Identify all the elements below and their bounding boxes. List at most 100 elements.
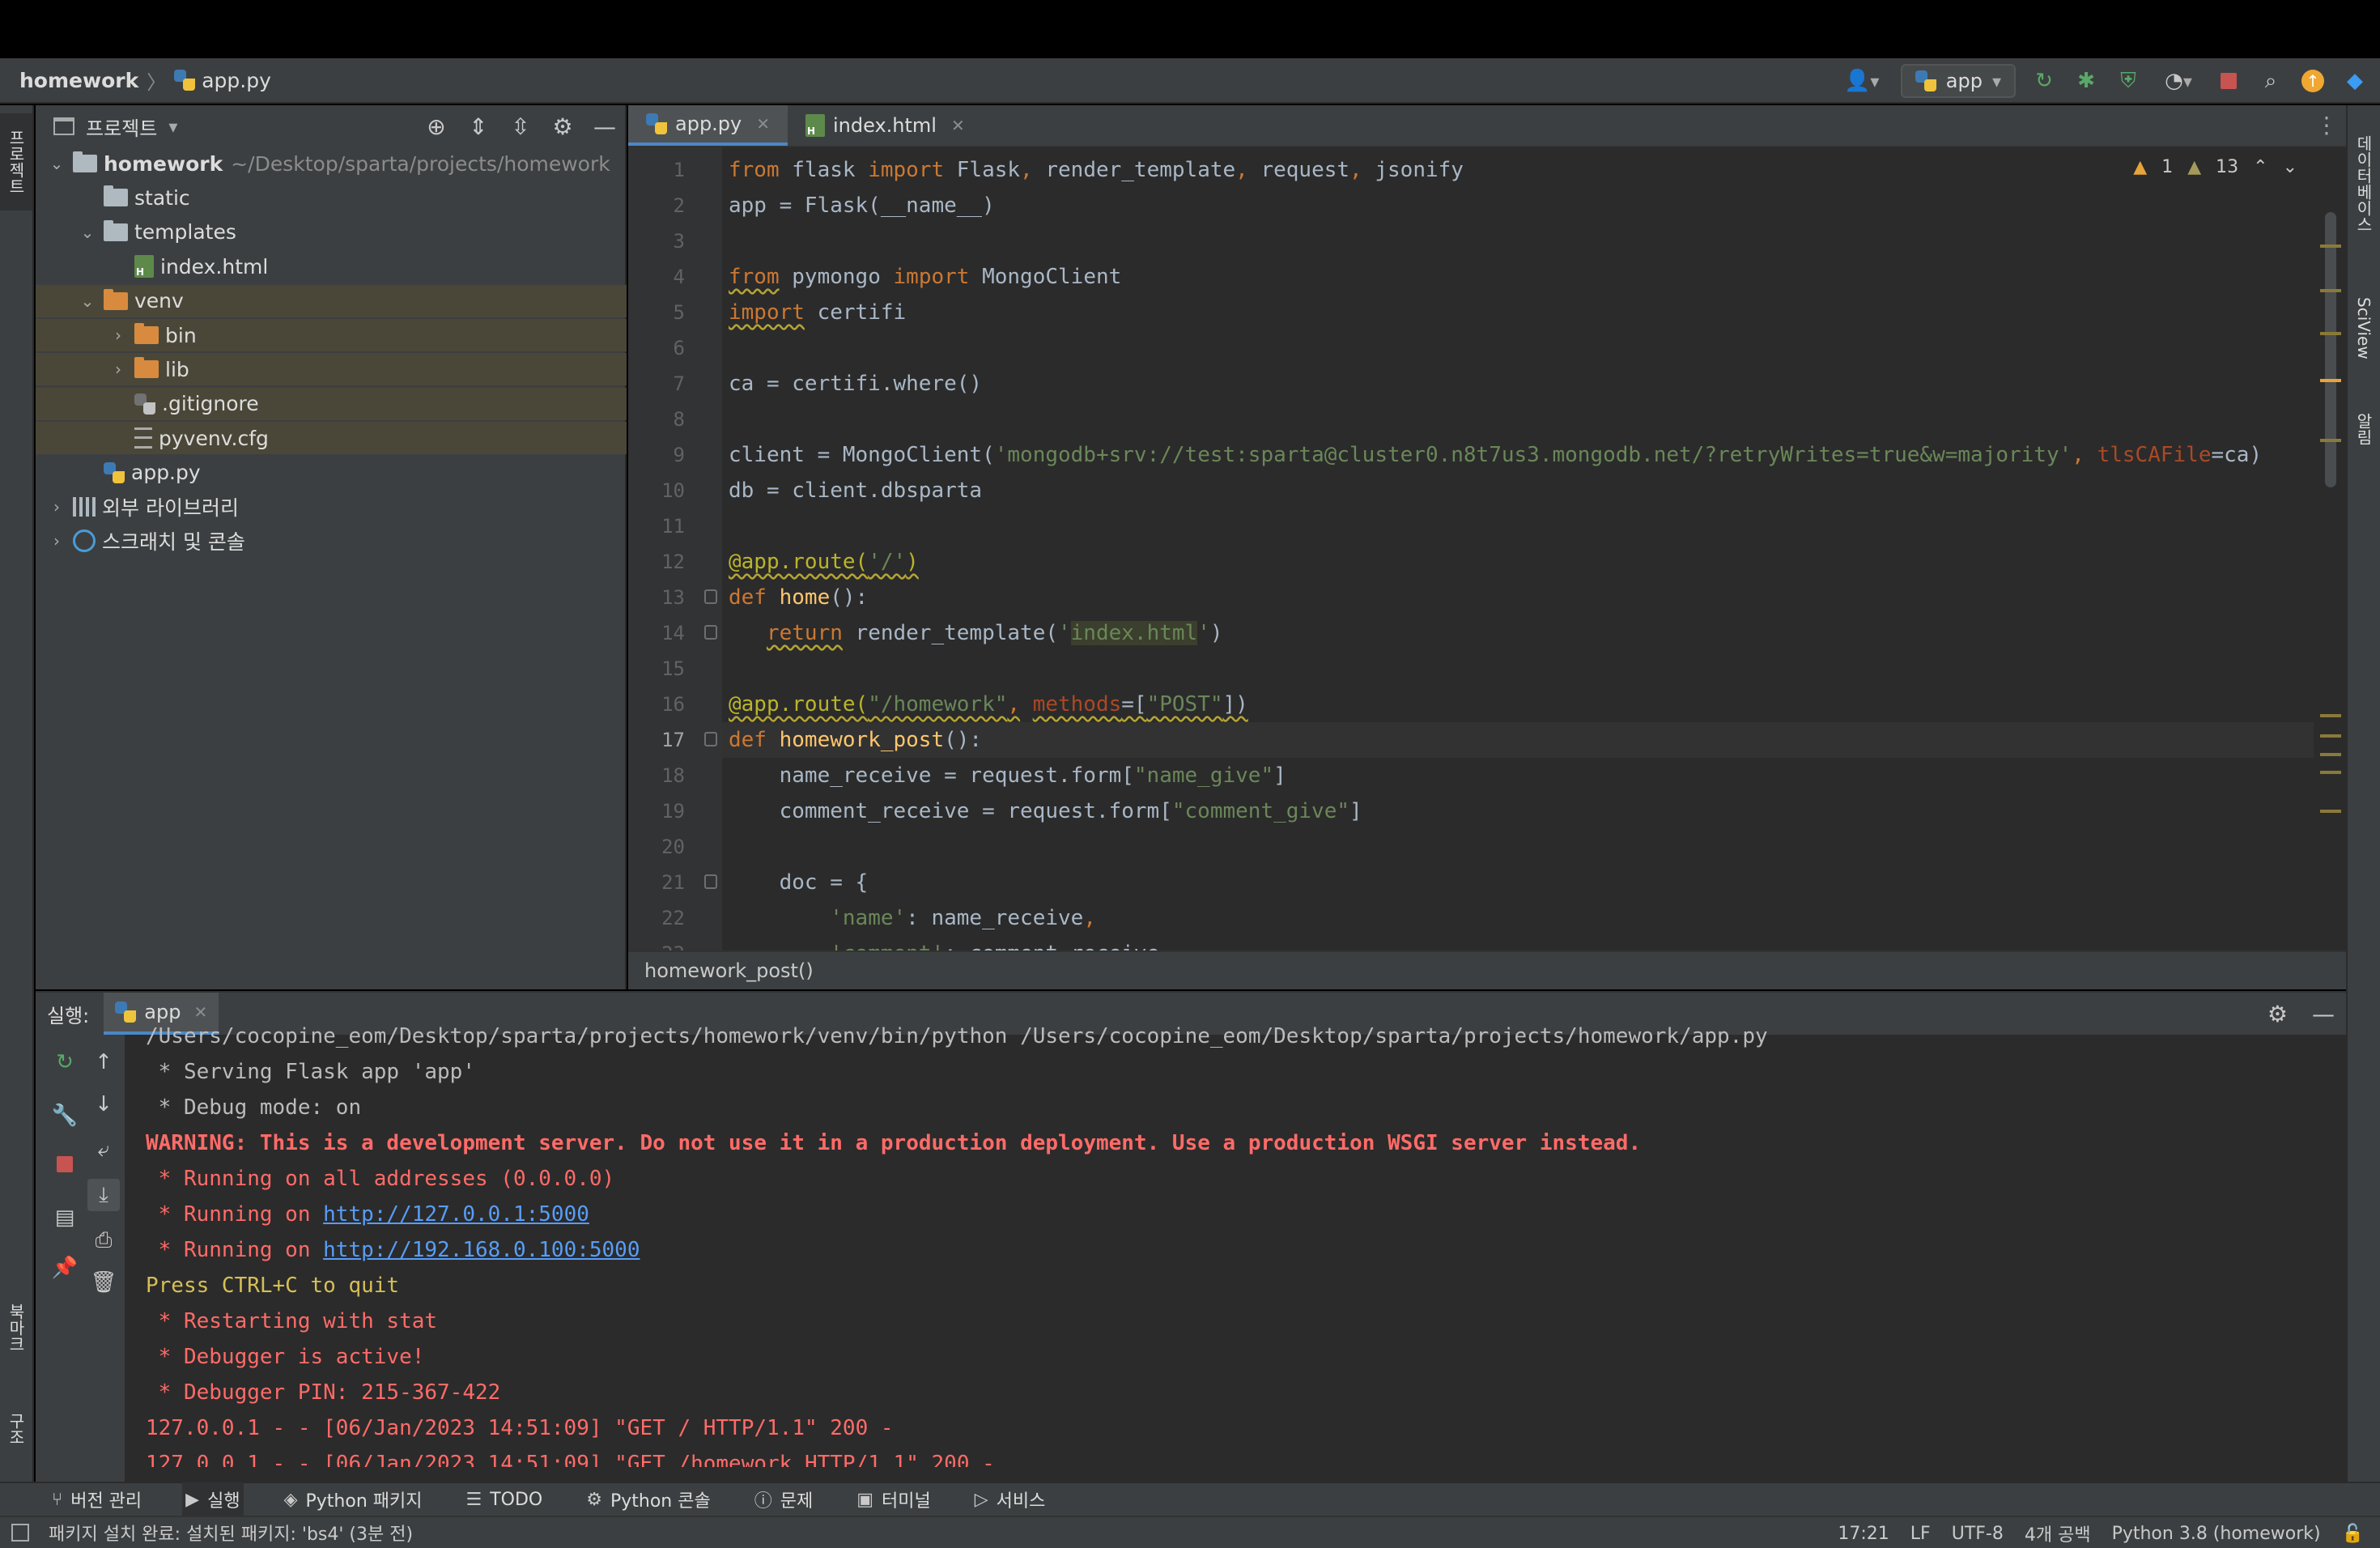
tree-item[interactable]: pyvenv.cfg — [36, 422, 627, 455]
database-tool-tab[interactable]: 데이터베이스 — [2348, 115, 2380, 253]
tool-tab-python-console[interactable]: ⚙ Python 콘솔 — [583, 1482, 713, 1516]
lock-icon[interactable]: 🔓 — [2342, 1524, 2364, 1544]
chevron-right-icon[interactable]: › — [108, 359, 128, 379]
error-stripe-mark[interactable] — [2320, 734, 2341, 738]
code-line[interactable]: app = Flask(__name__) — [722, 188, 2346, 223]
code-line[interactable] — [722, 330, 2346, 366]
line-number[interactable]: 17 — [628, 722, 685, 758]
tree-item[interactable]: ⌄ homework ~/Desktop/sparta/projects/homew… — [36, 147, 627, 180]
chevron-down-icon[interactable]: ⌄ — [47, 154, 66, 173]
breadcrumb-function[interactable]: homework_post() — [644, 959, 814, 982]
project-panel-title[interactable]: 프로젝트 — [86, 113, 157, 141]
project-tool-tab[interactable]: 프로젝트 — [0, 113, 32, 211]
code-line[interactable]: comment_receive = request.form["comment_… — [722, 793, 2346, 829]
tree-item[interactable]: static — [36, 181, 627, 214]
tool-tab-version-control[interactable]: ⑂ 버전 관리 — [49, 1482, 145, 1516]
error-stripe-mark[interactable] — [2320, 810, 2341, 813]
inspection-widget[interactable]: ▲ 1 ▲ 13 ⌃ ⌄ — [2133, 157, 2297, 177]
tree-item[interactable]: .gitignore — [36, 387, 627, 420]
tree-item[interactable]: › 외부 라이브러리 — [36, 491, 627, 523]
tree-item[interactable]: app.py — [36, 457, 627, 489]
rerun-icon[interactable]: ↻ — [2030, 67, 2058, 95]
line-number[interactable]: 5 — [628, 295, 685, 330]
line-number[interactable]: 12 — [628, 544, 685, 580]
tool-tab-todo[interactable]: ☰ TODO — [462, 1482, 546, 1516]
editor-scrollbar[interactable] — [2314, 147, 2346, 950]
tool-tab-terminal[interactable]: ▣ 터미널 — [853, 1482, 934, 1516]
nav-project-name[interactable]: homework — [19, 69, 138, 92]
chevron-up-icon[interactable]: ⌃ — [2253, 157, 2267, 177]
tree-item[interactable]: ⌄ templates — [36, 216, 627, 249]
structure-tool-tab[interactable]: 구조 — [0, 1393, 32, 1465]
code-line[interactable]: @app.route("/homework", methods=["POST"]… — [722, 687, 2346, 722]
fold-marker-icon[interactable] — [704, 589, 717, 604]
file-encoding[interactable]: UTF-8 — [1952, 1524, 2004, 1544]
tool-tab-run[interactable]: ▶ 실행 — [182, 1482, 244, 1516]
tab-app-py[interactable]: app.py ✕ — [628, 105, 788, 146]
line-number[interactable]: 19 — [628, 793, 685, 829]
chevron-down-icon[interactable]: ⌄ — [78, 223, 97, 242]
status-message[interactable]: 패키지 설치 완료: 설치된 패키지: 'bs4' (3분 전) — [0, 1520, 413, 1546]
error-stripe-mark[interactable] — [2320, 332, 2341, 335]
error-stripe-mark[interactable] — [2320, 714, 2341, 717]
debug-icon[interactable]: ✱ — [2072, 67, 2100, 95]
rerun-icon[interactable]: ↻ — [49, 1046, 81, 1078]
console-link[interactable]: http://127.0.0.1:5000 — [323, 1202, 589, 1227]
arrow-down-icon[interactable]: ↓ — [87, 1088, 120, 1121]
error-stripe-mark[interactable] — [2320, 439, 2341, 442]
error-stripe-mark[interactable] — [2320, 289, 2341, 292]
more-vertical-icon[interactable]: ⋮ — [2315, 112, 2338, 138]
code-line[interactable]: def home(): — [722, 580, 2346, 615]
tree-item[interactable]: › 스크래치 및 콘솔 — [36, 525, 627, 557]
gear-icon[interactable]: ⚙ — [550, 113, 575, 140]
update-icon[interactable]: ↑ — [2299, 67, 2327, 95]
line-separator[interactable]: LF — [1910, 1524, 1931, 1544]
stop-icon[interactable] — [2215, 67, 2242, 95]
fold-marker-icon[interactable] — [704, 732, 717, 746]
chevron-down-icon[interactable]: ⌄ — [2283, 157, 2297, 177]
console-link[interactable]: http://192.168.0.100:5000 — [323, 1238, 640, 1262]
line-number[interactable]: 9 — [628, 437, 685, 473]
code-line[interactable]: 'comment': comment_receive — [722, 936, 2346, 950]
pin-icon[interactable]: 📌 — [49, 1252, 81, 1284]
search-icon[interactable]: ⌕ — [2257, 67, 2284, 95]
tab-index-html[interactable]: index.html ✕ — [788, 105, 983, 146]
tree-item[interactable]: index.html — [36, 250, 627, 283]
code-line[interactable]: return render_template('index.html') — [722, 615, 2346, 651]
line-number[interactable]: 3 — [628, 223, 685, 259]
chevron-down-icon[interactable]: ⌄ — [78, 291, 97, 311]
code-line[interactable]: from pymongo import MongoClient — [722, 259, 2346, 295]
trash-icon[interactable]: 🗑 — [87, 1266, 120, 1299]
collapse-all-icon[interactable]: ⇳ — [508, 113, 533, 140]
nav-file-name[interactable]: app.py — [202, 69, 271, 92]
arrow-up-icon[interactable]: ↑ — [87, 1046, 120, 1078]
caret-position[interactable]: 17:21 — [1838, 1524, 1889, 1544]
soft-wrap-icon[interactable]: ⤶ — [87, 1133, 120, 1166]
tool-tab-python-packages[interactable]: ◈ Python 패키지 — [281, 1482, 426, 1516]
sciview-tool-tab[interactable]: SciView — [2348, 275, 2380, 381]
code-line[interactable] — [722, 402, 2346, 437]
code-line[interactable]: db = client.dbsparta — [722, 473, 2346, 508]
stop-icon[interactable] — [49, 1148, 81, 1180]
tree-item[interactable]: ⌄ venv — [36, 284, 627, 317]
jetbrains-logo-icon[interactable]: ◆ — [2341, 67, 2369, 95]
code-line[interactable] — [722, 651, 2346, 687]
line-number[interactable]: 8 — [628, 402, 685, 437]
code-line[interactable]: from flask import Flask, render_template… — [722, 152, 2346, 188]
code-line[interactable] — [722, 223, 2346, 259]
line-number[interactable]: 13 — [628, 580, 685, 615]
fold-marker-icon[interactable] — [704, 625, 717, 640]
wrench-icon[interactable]: 🔧 — [49, 1099, 81, 1132]
line-number[interactable]: 10 — [628, 473, 685, 508]
notifications-tool-tab[interactable]: 알림 — [2348, 397, 2380, 461]
print-icon[interactable]: ⎙ — [87, 1224, 120, 1257]
code-line[interactable]: doc = { — [722, 865, 2346, 900]
indent-setting[interactable]: 4개 공백 — [2025, 1520, 2091, 1546]
code-area[interactable]: from flask import Flask, render_template… — [722, 147, 2346, 950]
error-stripe-mark[interactable] — [2320, 753, 2341, 756]
line-number[interactable]: 18 — [628, 758, 685, 793]
code-line[interactable] — [722, 829, 2346, 865]
scroll-to-end-icon[interactable]: ⤓ — [87, 1179, 120, 1211]
line-number[interactable]: 16 — [628, 687, 685, 722]
line-number[interactable]: 7 — [628, 366, 685, 402]
